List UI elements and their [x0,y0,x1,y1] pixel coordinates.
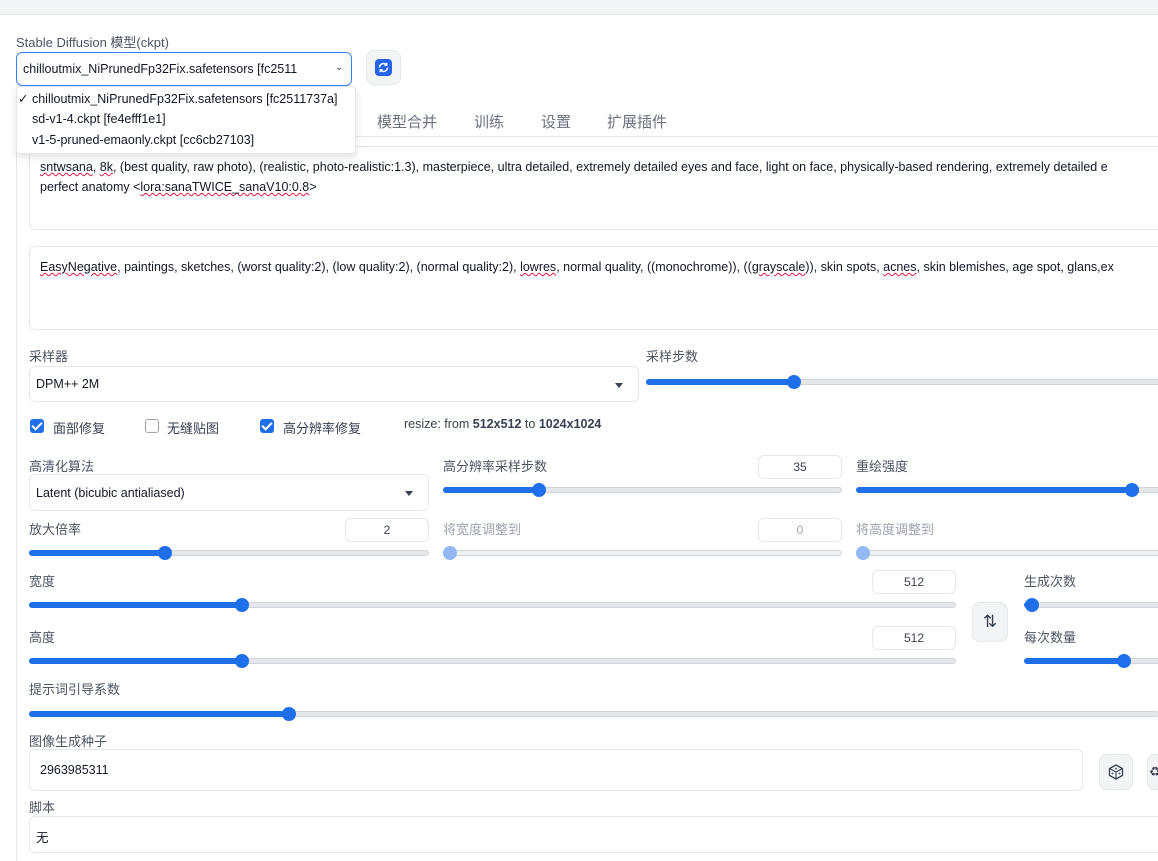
resize-height-slider[interactable] [856,546,1158,560]
checkbox-checked-icon [30,419,44,433]
upscaler-value: Latent (bicubic antialiased) [36,486,185,500]
resize-height-label: 将高度调整到 [856,522,935,537]
model-option[interactable]: sd-v1-4.ckpt [fe4efff1e1] [32,112,166,126]
resize-text: to [521,417,539,431]
resize-info: resize: from 512x512 to 1024x1024 [404,417,601,431]
hires-steps-label: 高分辨率采样步数 [443,459,548,474]
upscale-slider[interactable] [29,546,429,560]
width-input[interactable]: 512 [872,570,956,594]
hires-steps-input[interactable]: 35 [758,455,842,479]
refresh-model-button[interactable] [366,50,401,85]
dice-icon [1108,764,1124,780]
resize-width-input[interactable]: 0 [758,518,842,542]
batch-count-label: 生成次数 [1024,574,1077,589]
prompt-line-1: sntwsana, 8k, (best quality, raw photo),… [40,157,1108,177]
batch-count-slider[interactable] [1024,598,1158,612]
batch-size-label: 每次数量 [1024,630,1077,645]
prompt-token: perfect anatomy < [40,180,141,194]
resize-width-label: 将宽度调整到 [443,522,522,537]
model-option-label: chilloutmix_NiPrunedFp32Fix.safetensors … [31,92,338,106]
script-label: 脚本 [29,800,56,815]
denoise-label: 重绘强度 [856,459,909,474]
seed-value: 2963985311 [40,763,109,777]
resize-from: 512x512 [472,417,522,431]
prompt-token: acnes [883,260,917,274]
hires-steps-slider[interactable] [443,483,842,497]
prompt-token: grayscale [751,260,806,274]
checkbox-label: 面部修复 [53,421,106,436]
swap-dimensions-button[interactable]: ⇅ [972,602,1008,642]
denoise-slider[interactable] [856,483,1158,497]
tab-extensions[interactable]: 扩展插件 [607,111,667,132]
resize-width-slider[interactable] [443,546,842,560]
height-input[interactable]: 512 [872,626,956,650]
prompt-token: )), skin spots, [805,260,884,274]
prompt-token: sntwsana [40,160,93,174]
swap-icon: ⇅ [982,612,998,631]
prompt-textarea[interactable]: sntwsana, 8k, (best quality, raw photo),… [29,146,1158,230]
model-select[interactable]: chilloutmix_NiPrunedFp32Fix.safetensors … [16,52,352,86]
model-option[interactable]: ✓ chilloutmix_NiPrunedFp32Fix.safetensor… [18,91,337,106]
tab-train[interactable]: 训练 [474,111,504,132]
reuse-seed-button[interactable]: ♻ [1147,754,1158,790]
prompt-token: , (best quality, raw photo), (realistic,… [112,160,1108,174]
model-option-label: v1-5-pruned-emaonly.ckpt [cc6cb27103] [32,133,255,147]
seed-label: 图像生成种子 [29,734,108,749]
recycle-icon: ♻ [1149,764,1158,779]
sampler-select[interactable]: DPM++ 2M [29,366,639,402]
chevron-down-icon [615,383,623,388]
panel-left-border [16,136,17,861]
checkbox-unchecked-icon [145,419,159,433]
sampler-label: 采样器 [29,349,69,364]
prompt-line-2: perfect anatomy <lora:sanaTWICE_sanaV10:… [40,177,317,197]
prompt-token: , paintings, sketches, (worst quality:2)… [117,260,521,274]
prompt-token: lora:sanaTWICE_sanaV10:0.8 [140,180,310,194]
checkbox-label: 无缝贴图 [167,421,220,436]
chevron-down-icon: ⌄ [335,62,344,73]
width-label: 宽度 [29,574,56,589]
browser-toolbar [0,0,1158,15]
refresh-icon [375,59,392,76]
upscaler-label: 高清化算法 [29,459,95,474]
prompt-token: EasyNegative [40,260,118,274]
random-seed-button[interactable] [1099,754,1133,790]
tab-merge[interactable]: 模型合并 [377,111,437,132]
prompt-token: 8k [99,160,113,174]
prompt-token: lowres [520,260,557,274]
steps-slider[interactable] [646,375,1158,389]
upscale-label: 放大倍率 [29,522,82,537]
height-slider[interactable] [29,654,956,668]
model-label: Stable Diffusion 模型(ckpt) [16,35,169,50]
prompt-token: , [92,160,100,174]
negative-prompt-textarea[interactable]: EasyNegative, paintings, sketches, (wors… [29,246,1158,330]
cfg-slider[interactable] [29,707,1158,721]
resize-text: resize: from [404,417,473,431]
model-dropdown: ✓ chilloutmix_NiPrunedFp32Fix.safetensor… [16,86,356,154]
cfg-label: 提示词引导系数 [29,682,121,697]
check-icon: ✓ [18,92,29,106]
upscale-input[interactable]: 2 [345,518,429,542]
model-select-value: chilloutmix_NiPrunedFp32Fix.safetensors … [23,62,298,76]
checkbox-checked-icon [260,419,274,433]
model-option[interactable]: v1-5-pruned-emaonly.ckpt [cc6cb27103] [32,133,254,147]
prompt-token: > [309,180,317,194]
upscaler-select[interactable]: Latent (bicubic antialiased) [29,474,429,511]
script-value: 无 [36,831,49,845]
height-label: 高度 [29,630,56,645]
prompt-token: , normal quality, ((monochrome)), (( [556,260,752,274]
tab-divider [352,136,1158,137]
checkbox-label: 高分辨率修复 [283,421,362,436]
seed-input[interactable]: 2963985311 [29,749,1083,791]
steps-label: 采样步数 [646,349,699,364]
resize-to: 1024x1024 [538,417,602,431]
batch-size-slider[interactable] [1024,654,1158,668]
prompt-token: , skin blemishes, age spot, glans,ex [916,260,1114,274]
sampler-value: DPM++ 2M [36,377,100,391]
model-option-label: sd-v1-4.ckpt [fe4efff1e1] [32,112,166,126]
width-slider[interactable] [29,598,956,612]
tab-settings[interactable]: 设置 [541,111,571,132]
chevron-down-icon [405,491,413,496]
negative-prompt-line: EasyNegative, paintings, sketches, (wors… [40,257,1114,277]
script-select[interactable]: 无 [29,816,1158,853]
